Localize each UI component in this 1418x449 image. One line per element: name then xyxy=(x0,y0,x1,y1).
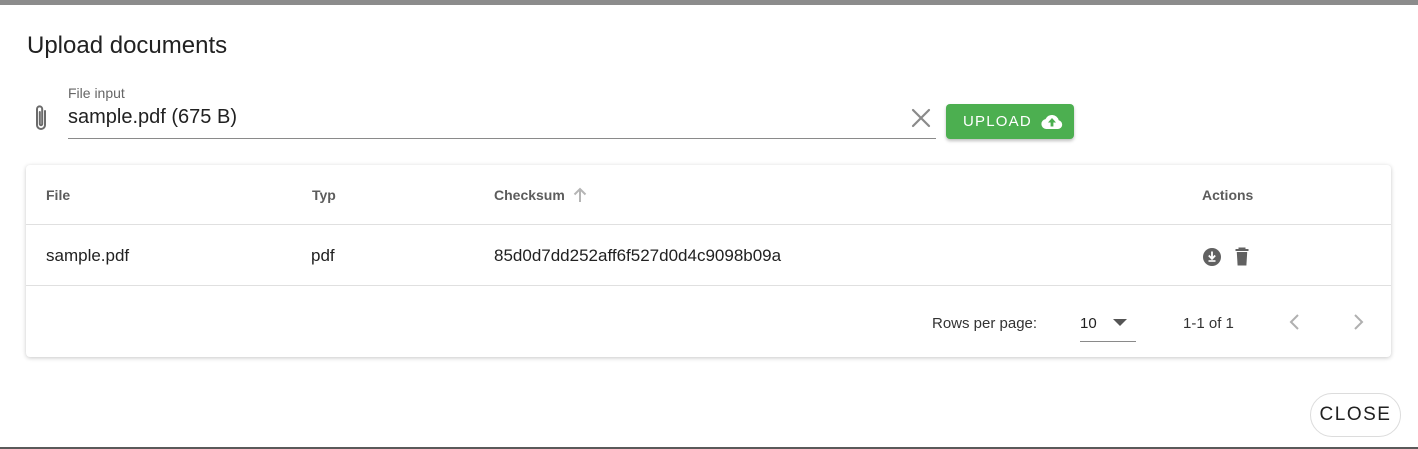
dialog-top-border xyxy=(0,0,1418,5)
header-divider xyxy=(26,224,1391,225)
close-button[interactable]: CLOSE xyxy=(1310,393,1401,437)
dialog-title: Upload documents xyxy=(27,32,228,59)
column-header-type[interactable]: Typ xyxy=(312,187,336,203)
cell-file: sample.pdf xyxy=(46,246,130,265)
row-divider xyxy=(26,285,1391,286)
file-input-label: File input xyxy=(68,85,125,101)
cell-type: pdf xyxy=(311,246,335,265)
rows-per-page-label: Rows per page: xyxy=(932,315,1038,332)
download-icon[interactable] xyxy=(1202,247,1222,267)
column-header-checksum[interactable]: Checksum xyxy=(494,187,565,203)
upload-button-label: UPLOAD xyxy=(963,113,1032,130)
cloud-upload-icon xyxy=(1041,114,1063,129)
column-header-actions: Actions xyxy=(1202,187,1254,203)
paperclip-icon[interactable] xyxy=(30,103,52,133)
rows-per-page-select[interactable]: 10 xyxy=(1080,306,1136,342)
close-icon[interactable] xyxy=(911,108,931,128)
delete-icon[interactable] xyxy=(1234,247,1250,267)
chevron-down-icon xyxy=(1113,319,1127,326)
pagination-range: 1-1 of 1 xyxy=(1183,315,1234,332)
column-header-file[interactable]: File xyxy=(46,187,70,203)
chevron-left-icon[interactable] xyxy=(1284,311,1306,333)
file-input-value[interactable]: sample.pdf (675 B) xyxy=(68,106,237,129)
chevron-right-icon[interactable] xyxy=(1347,311,1369,333)
upload-button[interactable]: UPLOAD xyxy=(946,104,1074,139)
rows-per-page-value: 10 xyxy=(1080,315,1097,332)
cell-checksum: 85d0d7dd252aff6f527d0d4c9098b09a xyxy=(494,246,782,265)
arrow-up-icon[interactable] xyxy=(571,186,589,204)
file-input-field[interactable]: File input sample.pdf (675 B) xyxy=(68,84,936,139)
documents-table: File Typ Checksum Actions sample.pdf pdf… xyxy=(26,165,1391,357)
